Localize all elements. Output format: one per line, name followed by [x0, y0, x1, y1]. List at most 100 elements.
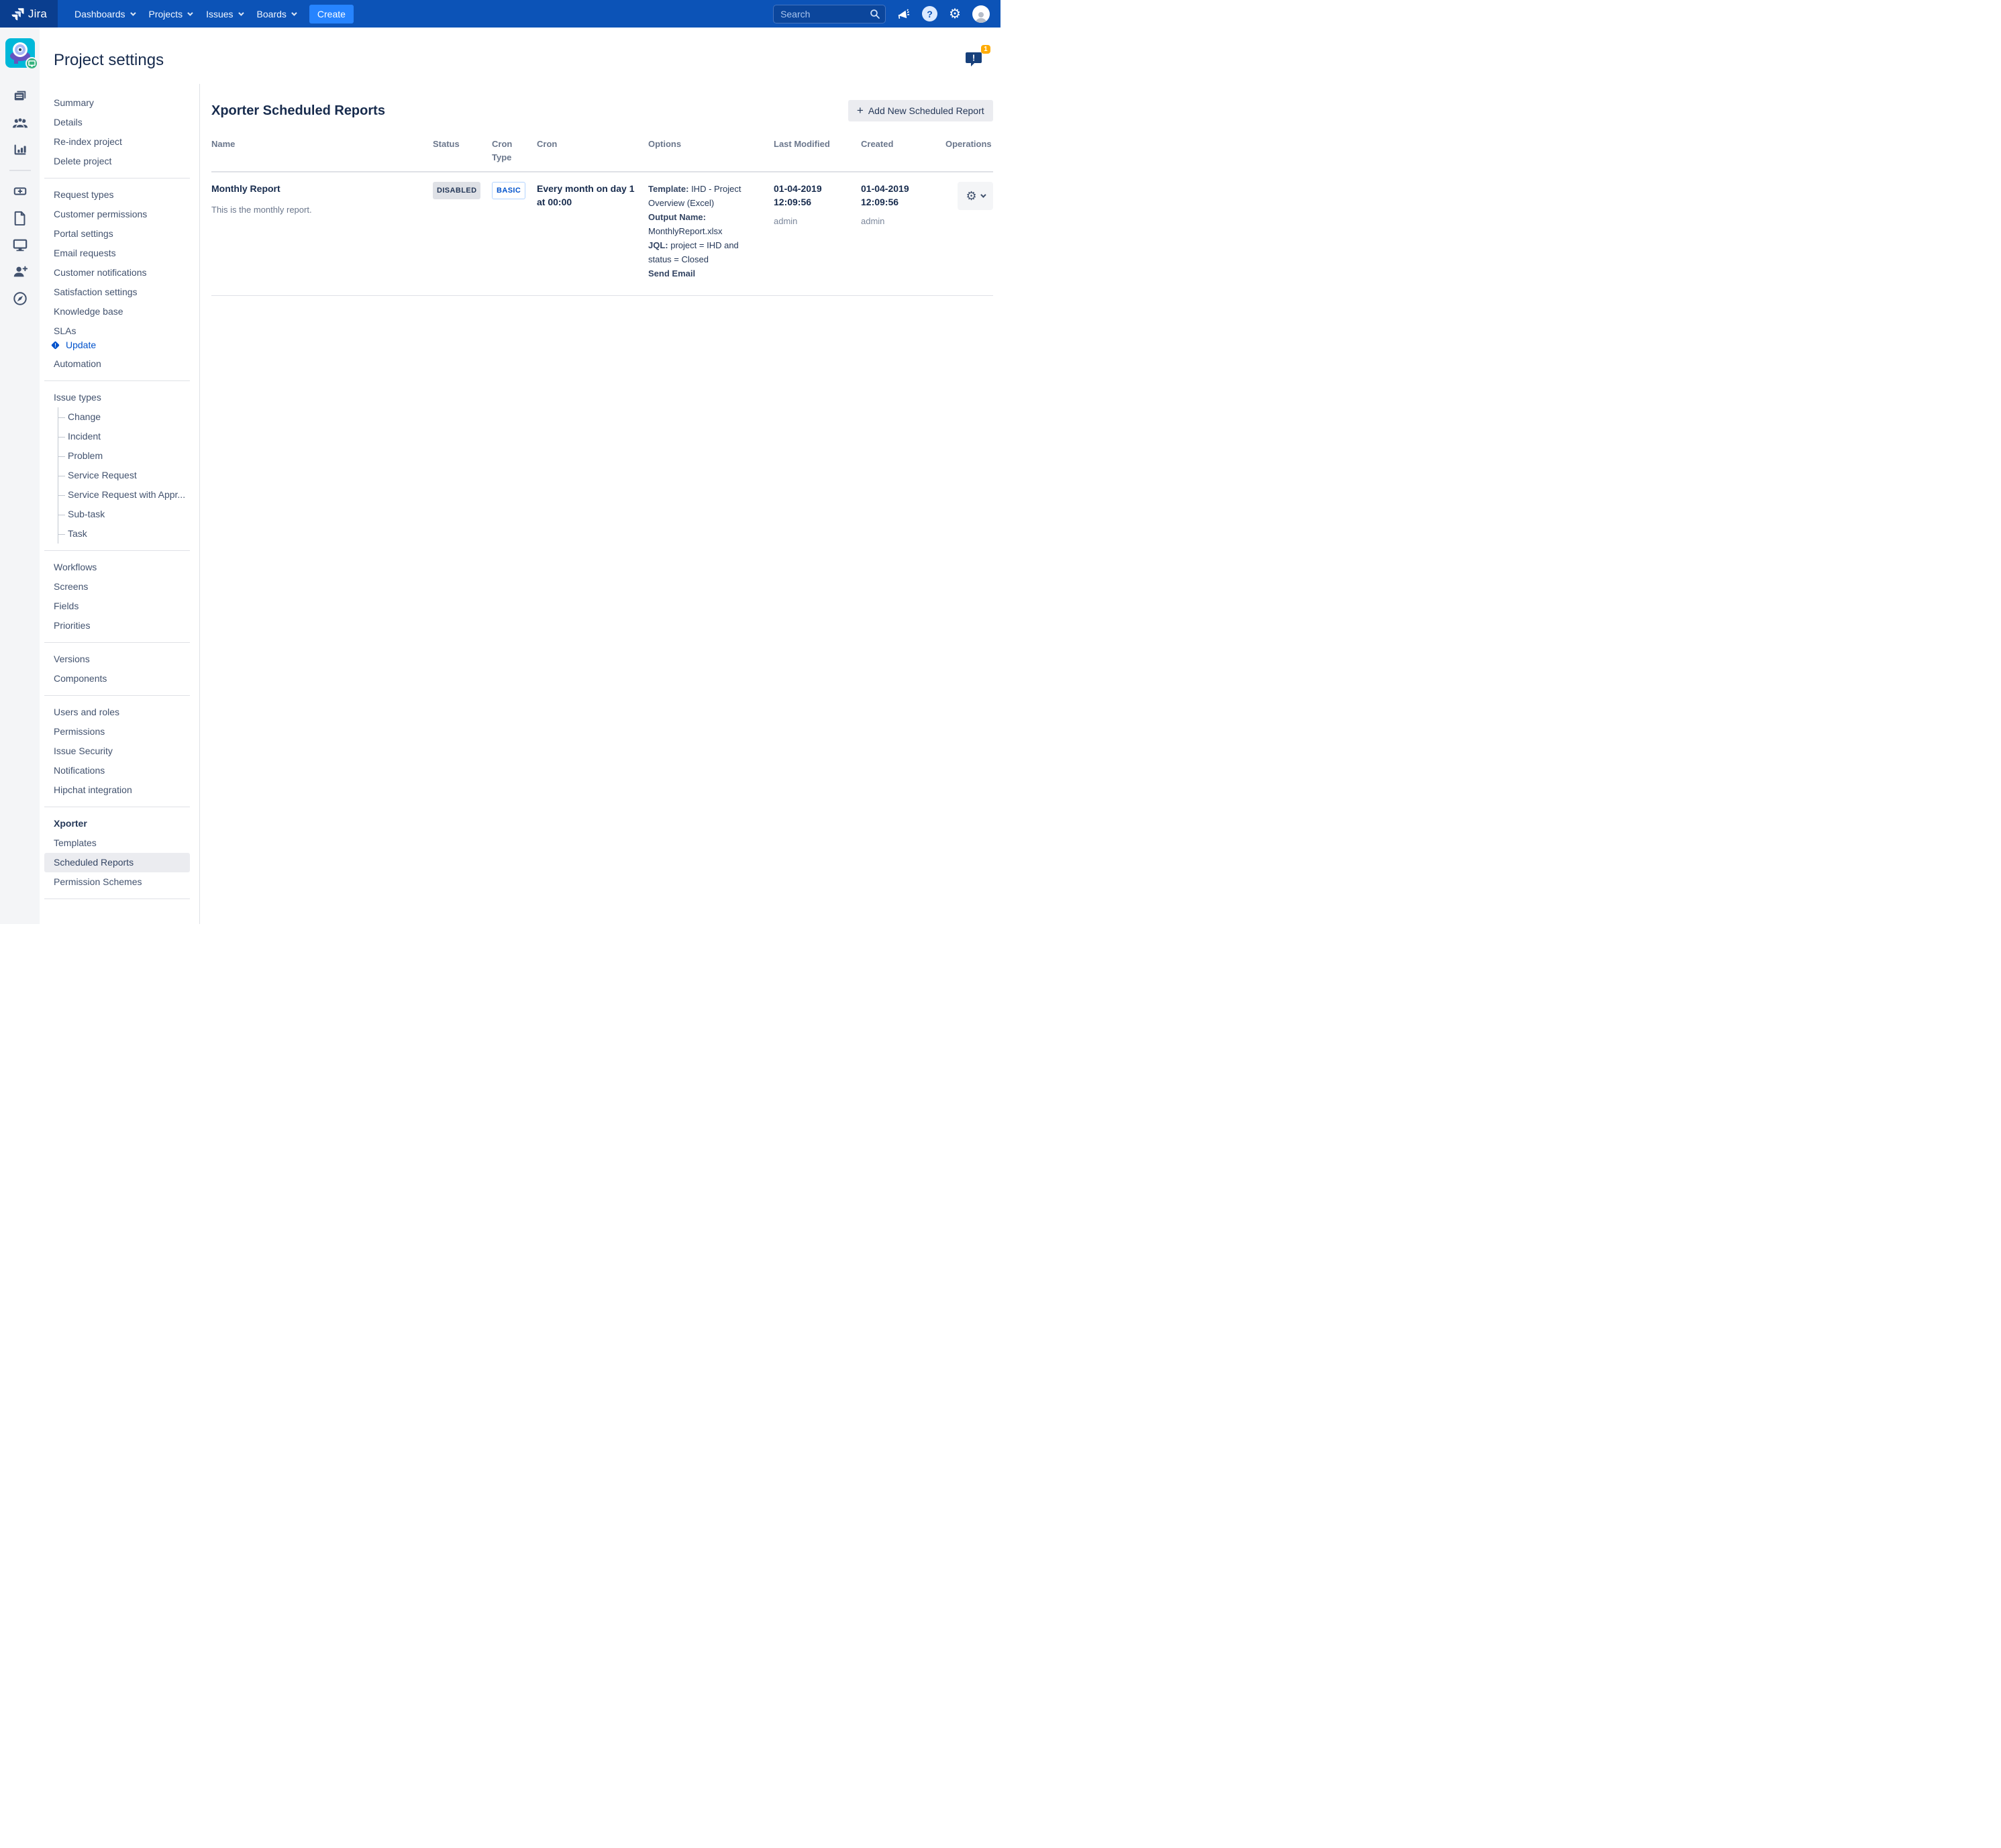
- chevron-down-icon: [130, 10, 136, 15]
- monitor-icon: [28, 60, 36, 67]
- sidebar-item-versions[interactable]: Versions: [44, 650, 190, 669]
- search-input[interactable]: [773, 5, 886, 23]
- queues-icon[interactable]: [7, 83, 34, 109]
- sidebar-section-xporter: Xporter: [44, 814, 190, 833]
- portal-status-badge: [25, 57, 38, 70]
- sidebar-item-fields[interactable]: Fields: [44, 597, 190, 616]
- sidebar-item-notifications[interactable]: Notifications: [44, 761, 190, 780]
- invite-team-icon[interactable]: [7, 258, 34, 285]
- project-avatar[interactable]: [5, 38, 35, 68]
- jql-label: JQL:: [648, 240, 668, 250]
- add-new-scheduled-report-button[interactable]: + Add New Scheduled Report: [848, 100, 993, 121]
- settings-gear-icon[interactable]: ⚙: [949, 7, 961, 21]
- jira-logo-icon: [11, 7, 25, 21]
- sidebar-item-details[interactable]: Details: [44, 113, 190, 132]
- sidebar-item-sub-task[interactable]: Sub-task: [58, 505, 190, 524]
- menu-projects[interactable]: Projects: [142, 0, 199, 28]
- main-content: Xporter Scheduled Reports + Add New Sche…: [200, 84, 1002, 924]
- cell-last-modified: 01-04-2019 12:09:56 admin: [774, 172, 861, 295]
- status-badge: DISABLED: [433, 182, 480, 199]
- sidebar-item-priorities[interactable]: Priorities: [44, 616, 190, 635]
- rail-divider: [9, 170, 31, 171]
- created-user: admin: [861, 215, 935, 228]
- nav-divider: [44, 642, 190, 643]
- sidebar-item-permissions[interactable]: Permissions: [44, 722, 190, 741]
- column-header-name: Name: [211, 135, 433, 171]
- help-icon[interactable]: ?: [922, 6, 937, 21]
- project-avatar-art: [14, 60, 18, 64]
- customers-icon[interactable]: [7, 109, 34, 136]
- announcement-icon[interactable]: [897, 7, 911, 21]
- created-time: 12:09:56: [861, 195, 935, 209]
- sidebar-item-satisfaction-settings[interactable]: Satisfaction settings: [44, 283, 190, 302]
- sidebar-item-incident[interactable]: Incident: [58, 427, 190, 446]
- svg-text:!: !: [54, 342, 56, 348]
- operations-menu-button[interactable]: ⚙: [958, 182, 993, 210]
- navbar-menu: Dashboards Projects Issues Boards: [67, 0, 303, 28]
- feedback-bubble-icon[interactable]: ! 1: [964, 50, 984, 72]
- sidebar-item-templates[interactable]: Templates: [44, 833, 190, 853]
- sidebar-item-reindex-project[interactable]: Re-index project: [44, 132, 190, 152]
- menu-dashboards[interactable]: Dashboards: [67, 0, 142, 28]
- sidebar-item-change[interactable]: Change: [58, 407, 190, 427]
- slas-update-link[interactable]: ! Update: [40, 340, 199, 354]
- customer-portal-icon[interactable]: [7, 232, 34, 258]
- sidebar-item-delete-project[interactable]: Delete project: [44, 152, 190, 171]
- menu-issues[interactable]: Issues: [199, 0, 249, 28]
- section-title: Xporter Scheduled Reports: [211, 103, 385, 119]
- user-avatar[interactable]: [972, 5, 990, 23]
- column-header-operations: Operations: [945, 135, 993, 171]
- discover-icon[interactable]: [7, 285, 34, 312]
- sidebar-item-components[interactable]: Components: [44, 669, 190, 688]
- sidebar-item-permission-schemes[interactable]: Permission Schemes: [44, 872, 190, 892]
- search-icon[interactable]: [870, 9, 880, 19]
- sidebar-item-workflows[interactable]: Workflows: [44, 558, 190, 577]
- sidebar-item-request-types[interactable]: Request types: [44, 185, 190, 205]
- sidebar-item-issue-security[interactable]: Issue Security: [44, 741, 190, 761]
- search-box: [773, 5, 886, 23]
- sidebar-item-issue-types[interactable]: Issue types: [44, 388, 190, 407]
- output-name-value: MonthlyReport.xlsx: [648, 226, 723, 236]
- sidebar-item-slas[interactable]: SLAs: [44, 321, 190, 341]
- column-header-cron-type: Cron Type: [492, 135, 537, 171]
- sidebar-item-scheduled-reports[interactable]: Scheduled Reports: [44, 853, 190, 872]
- last-modified-date: 01-04-2019: [774, 182, 850, 195]
- webcam-icon: [13, 42, 28, 57]
- menu-boards[interactable]: Boards: [250, 0, 303, 28]
- sidebar-item-screens[interactable]: Screens: [44, 577, 190, 597]
- project-settings-nav: Summary Details Re-index project Delete …: [40, 84, 200, 924]
- sidebar-item-knowledge-base[interactable]: Knowledge base: [44, 302, 190, 321]
- column-header-last-modified: Last Modified: [774, 135, 861, 171]
- page-title: Project settings: [54, 51, 164, 70]
- cell-options: Template: IHD - Project Overview (Excel)…: [648, 172, 774, 295]
- sidebar-item-users-and-roles[interactable]: Users and roles: [44, 703, 190, 722]
- column-header-cron: Cron: [537, 135, 648, 171]
- chevron-down-icon: [238, 10, 244, 15]
- sidebar-item-summary[interactable]: Summary: [44, 93, 190, 113]
- last-modified-user: admin: [774, 215, 850, 228]
- sidebar-item-service-request[interactable]: Service Request: [58, 466, 190, 485]
- sidebar-item-email-requests[interactable]: Email requests: [44, 244, 190, 263]
- create-button[interactable]: Create: [309, 5, 354, 23]
- report-name[interactable]: Monthly Report: [211, 182, 422, 195]
- column-header-status: Status: [433, 135, 492, 171]
- document-icon[interactable]: [7, 205, 34, 232]
- navbar-right: ? ⚙: [773, 0, 1000, 28]
- plus-icon: +: [857, 106, 864, 115]
- sidebar-item-automation[interactable]: Automation: [44, 354, 190, 374]
- sidebar-item-service-request-approvals[interactable]: Service Request with Appr...: [58, 485, 190, 505]
- sidebar-item-hipchat-integration[interactable]: Hipchat integration: [44, 780, 190, 800]
- cell-cron-type: BASIC: [492, 172, 537, 295]
- jira-logo[interactable]: Jira: [0, 0, 58, 28]
- sidebar-item-task[interactable]: Task: [58, 524, 190, 544]
- gear-icon: ⚙: [966, 190, 977, 202]
- sidebar-item-portal-settings[interactable]: Portal settings: [44, 224, 190, 244]
- raise-request-icon[interactable]: [7, 178, 34, 205]
- last-modified-time: 12:09:56: [774, 195, 850, 209]
- reports-icon[interactable]: [7, 136, 34, 163]
- sidebar-item-customer-notifications[interactable]: Customer notifications: [44, 263, 190, 283]
- sidebar-item-problem[interactable]: Problem: [58, 446, 190, 466]
- update-diamond-icon: !: [50, 340, 60, 350]
- nav-divider: [44, 695, 190, 696]
- sidebar-item-customer-permissions[interactable]: Customer permissions: [44, 205, 190, 224]
